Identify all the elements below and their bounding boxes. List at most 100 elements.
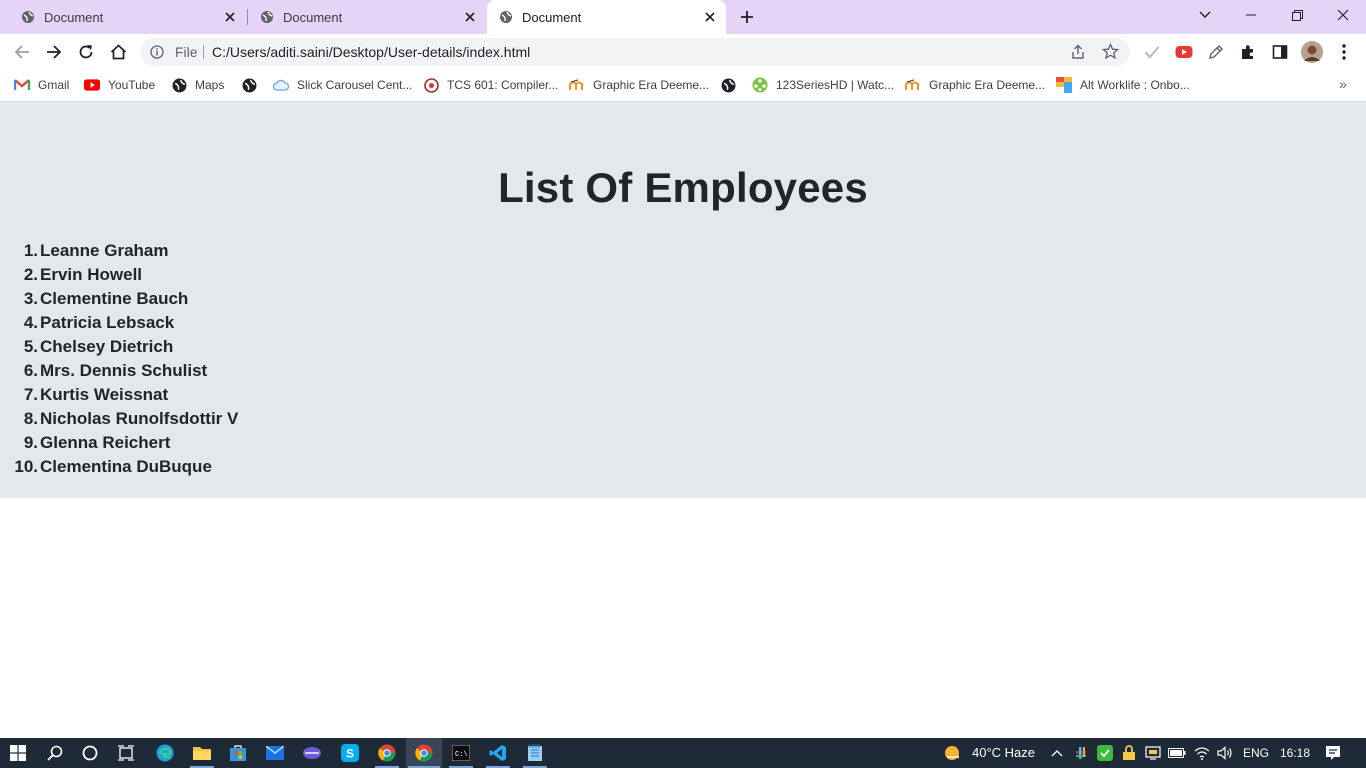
mail-taskbar-icon[interactable] [265, 743, 285, 763]
app-taskbar-icon[interactable] [302, 743, 322, 763]
employee-item: 4. Patricia Lebsack [0, 311, 238, 335]
share-icon[interactable] [1070, 44, 1086, 60]
puzzle-icon [1242, 45, 1253, 59]
battery-icon[interactable] [1167, 743, 1187, 763]
tab-2[interactable]: Document [248, 0, 486, 34]
extension-pen-button[interactable] [1204, 40, 1228, 64]
altworklife-icon [1056, 77, 1072, 93]
new-tab-button[interactable] [736, 6, 758, 28]
avatar-icon [1301, 41, 1323, 63]
chrome-icon [415, 744, 433, 762]
terminal-taskbar-icon[interactable]: C:\ [451, 743, 471, 763]
bookmark-gmail[interactable]: Gmail [14, 76, 69, 94]
home-button[interactable] [106, 40, 130, 64]
edge-icon [156, 744, 174, 762]
restore-button[interactable] [1274, 0, 1320, 30]
notepad-taskbar-icon[interactable] [525, 743, 545, 763]
minimize-button[interactable] [1228, 0, 1274, 30]
list-number: 3. [23, 289, 38, 308]
slack-tray-icon[interactable] [1071, 743, 1091, 763]
start-button[interactable] [8, 743, 28, 763]
app-icon [303, 747, 321, 759]
bookmarks-overflow-icon[interactable]: » [1334, 76, 1352, 94]
tab-1[interactable]: Document [0, 0, 246, 34]
clock[interactable]: 16:18 [1280, 746, 1310, 760]
employees-container: List Of Employees 1. Leanne Graham 2. Ervin… [0, 102, 1366, 498]
address-bar[interactable]: File C:/Users/aditi.saini/Desktop/User-d… [140, 38, 1130, 66]
bookmark-youtube[interactable]: YouTube [84, 76, 155, 94]
close-icon[interactable] [220, 7, 240, 27]
bookmark-label: Slick Carousel Cent... [297, 78, 413, 92]
tray-overflow-icon[interactable] [1047, 743, 1067, 763]
volume-icon[interactable] [1215, 743, 1235, 763]
employee-name: Leanne Graham [40, 241, 169, 260]
weather-text[interactable]: 40°C Haze [972, 745, 1035, 760]
display-tray-icon[interactable] [1143, 743, 1163, 763]
tab-strip: Document Document Document [0, 0, 1366, 34]
employee-name: Mrs. Dennis Schulist [40, 361, 208, 380]
vscode-icon [489, 745, 506, 761]
reload-button[interactable] [74, 40, 98, 64]
extensions-button[interactable] [1236, 40, 1260, 64]
tab-search-button[interactable] [1182, 0, 1228, 30]
close-window-button[interactable] [1320, 0, 1366, 30]
reload-icon [79, 45, 93, 59]
file-explorer-taskbar-icon[interactable] [192, 743, 212, 763]
close-icon[interactable] [460, 7, 480, 27]
back-button[interactable] [10, 40, 34, 64]
search-icon [47, 745, 63, 761]
bookmark-graphic-era-2[interactable]: Graphic Era Deeme... [905, 76, 1045, 94]
wifi-icon[interactable] [1192, 743, 1212, 763]
forward-button[interactable] [42, 40, 66, 64]
chrome-taskbar-icon-2[interactable] [414, 743, 434, 763]
task-view-icon [118, 745, 134, 761]
bookmark-graphic-era-1[interactable]: Graphic Era Deeme... [569, 76, 709, 94]
bookmark-label: YouTube [108, 78, 156, 92]
bookmark-slick-carousel[interactable]: Slick Carousel Cent... [273, 76, 412, 94]
globe-icon [720, 77, 736, 93]
bookmark-globe[interactable] [241, 76, 265, 94]
minimize-icon [1246, 14, 1256, 16]
profile-avatar[interactable] [1300, 40, 1324, 64]
employee-item: 10. Clementina DuBuque [0, 455, 238, 479]
cortana-button[interactable] [80, 743, 100, 763]
close-icon[interactable] [700, 7, 720, 27]
edge-taskbar-icon[interactable] [155, 743, 175, 763]
lock-tray-icon[interactable] [1119, 743, 1139, 763]
close-icon [1337, 9, 1349, 21]
address-url[interactable]: C:/Users/aditi.saini/Desktop/User-detail… [212, 44, 530, 60]
bookmark-tcs601[interactable]: TCS 601: Compiler... [423, 76, 558, 94]
tab-3-active[interactable]: Document [487, 0, 726, 34]
skype-taskbar-icon[interactable]: S [340, 743, 360, 763]
pen-icon [1209, 45, 1223, 59]
bookmark-maps[interactable]: Maps [171, 76, 224, 94]
course-icon [423, 77, 439, 93]
side-panel-button[interactable] [1268, 40, 1292, 64]
tab-title: Document [283, 9, 343, 25]
chrome-taskbar-icon-1[interactable] [377, 743, 397, 763]
page-title: List Of Employees [498, 164, 868, 211]
extension-youtube-button[interactable] [1172, 40, 1196, 64]
store-taskbar-icon[interactable] [228, 743, 248, 763]
bookmark-label: Alt Worklife : Onbo... [1080, 78, 1190, 92]
info-icon[interactable] [150, 45, 164, 59]
employee-item: 2. Ervin Howell [0, 263, 238, 287]
language-indicator[interactable]: ENG [1243, 746, 1269, 760]
task-view-button[interactable] [116, 743, 136, 763]
svg-text:S: S [346, 747, 354, 761]
security-tray-icon[interactable] [1095, 743, 1115, 763]
bookmark-star-icon[interactable] [1102, 43, 1119, 60]
bookmark-globe-2[interactable] [720, 76, 744, 94]
employee-item: 9. Glenna Reichert [0, 431, 238, 455]
notifications-button[interactable] [1323, 743, 1343, 763]
vscode-taskbar-icon[interactable] [488, 743, 508, 763]
search-button[interactable] [45, 743, 65, 763]
cortana-icon [82, 745, 98, 761]
employee-name: Chelsey Dietrich [40, 337, 174, 356]
bookmark-123serieshd[interactable]: 123SeriesHD | Watc... [752, 76, 894, 94]
menu-button[interactable] [1332, 40, 1356, 64]
weather-icon[interactable] [943, 743, 963, 763]
folder-icon [193, 747, 211, 760]
extension-check-button[interactable] [1140, 40, 1164, 64]
bookmark-alt-worklife[interactable]: Alt Worklife : Onbo... [1056, 76, 1190, 94]
